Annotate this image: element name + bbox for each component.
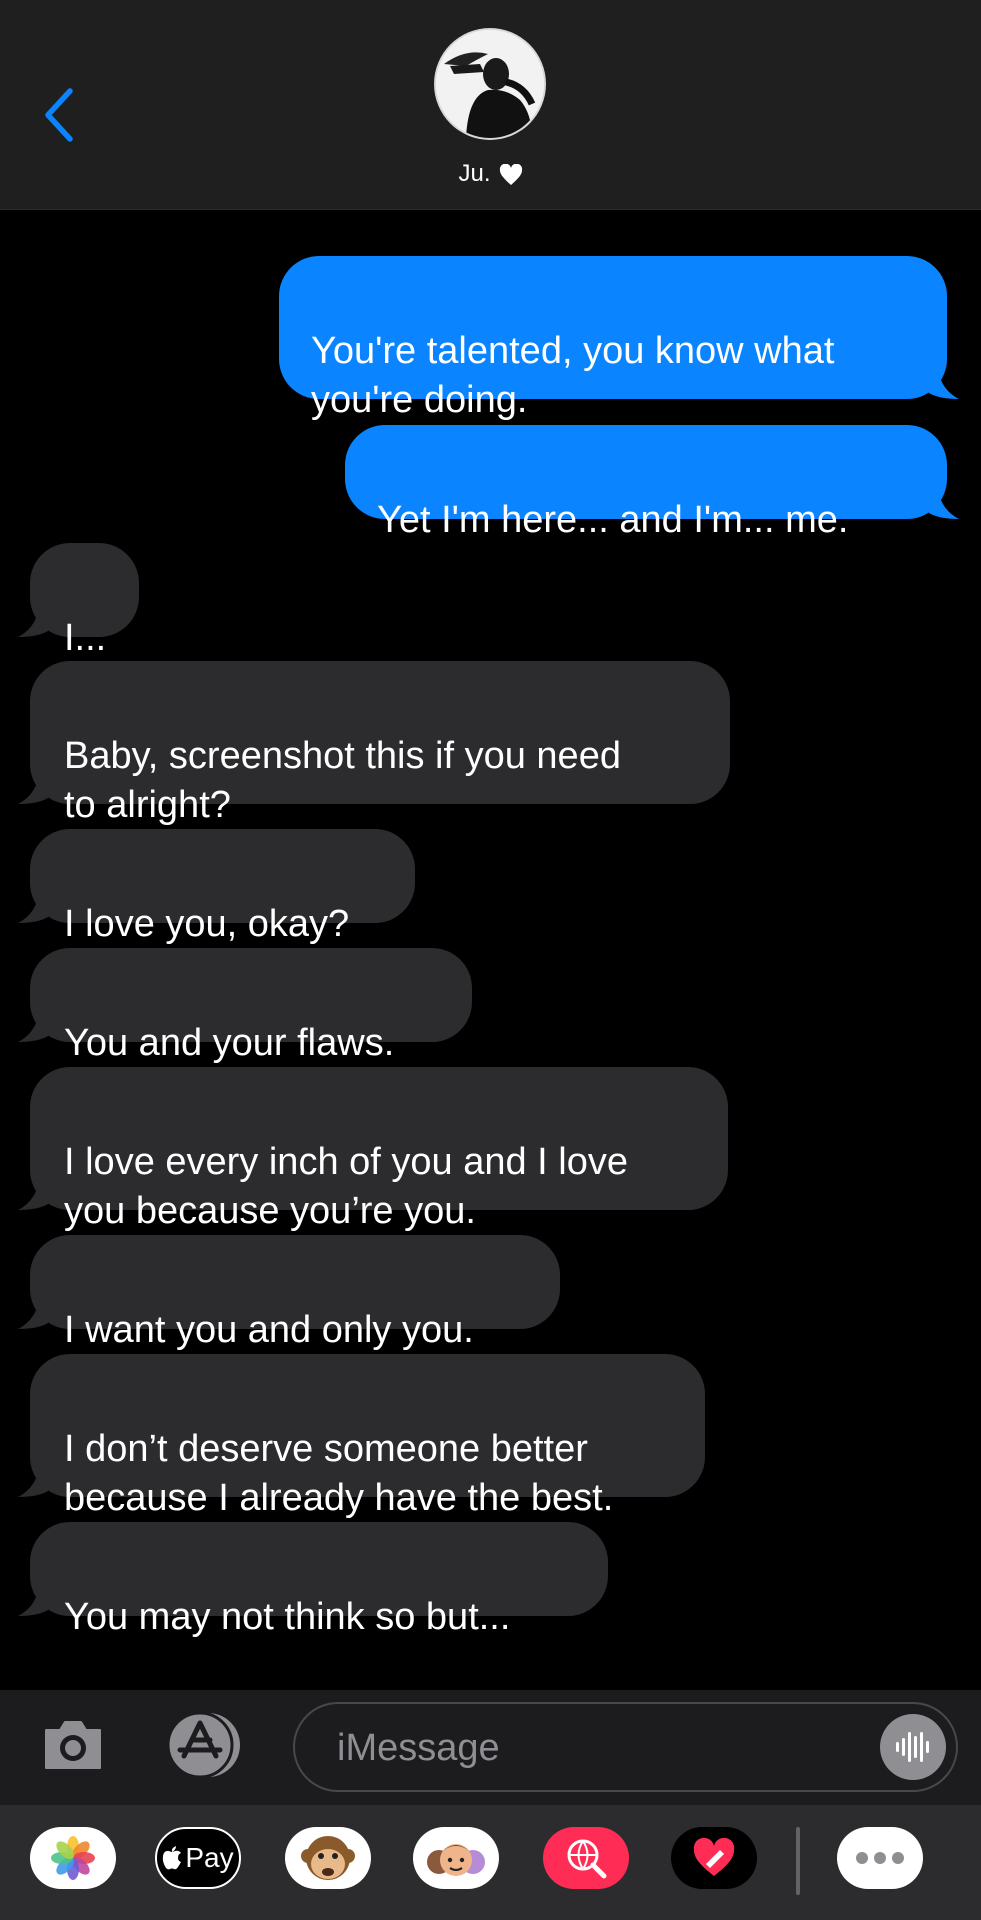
message-bubble-received[interactable]: You may not think so but... <box>18 1522 608 1638</box>
bubble-tail <box>18 1461 48 1497</box>
camera-icon <box>45 1721 101 1769</box>
message-input[interactable] <box>335 1722 859 1774</box>
message-text: I love you, okay? <box>64 903 350 945</box>
message-bubble-received[interactable]: I... <box>18 543 139 659</box>
message-text: I love every inch of you and I love you … <box>64 1141 628 1232</box>
message-text: You may not think so but... <box>64 1596 511 1638</box>
more-apps-button[interactable] <box>837 1827 923 1889</box>
message-text: I... <box>64 617 107 659</box>
message-text: I want you and only you. <box>64 1309 474 1351</box>
message-bubble-received[interactable]: Baby, screenshot this if you need to alr… <box>18 661 730 826</box>
app-store-icon <box>166 1711 240 1779</box>
monkey-animoji-icon <box>301 1836 355 1880</box>
avatar[interactable] <box>436 30 544 138</box>
waveform-icon <box>896 1732 929 1762</box>
bubble-tail <box>18 601 48 637</box>
drawer-divider <box>796 1827 800 1895</box>
apple-pay-label: Pay <box>185 1842 234 1873</box>
contact-name-row[interactable]: Ju. <box>0 160 981 188</box>
app-store-button[interactable] <box>164 1710 250 1780</box>
message-bubble-sent[interactable]: You're talented, you know what you're do… <box>279 256 959 421</box>
conversation-header: Ju. <box>0 0 981 210</box>
contact-name: Ju. <box>458 160 491 187</box>
audio-message-button[interactable] <box>880 1714 946 1780</box>
photos-icon <box>51 1836 95 1880</box>
heart-icon <box>499 163 522 185</box>
memoji-icon <box>427 1844 485 1876</box>
apple-pay-button[interactable]: Pay <box>155 1827 241 1889</box>
bubble-tail <box>18 768 48 804</box>
message-input-field[interactable] <box>293 1702 958 1792</box>
message-bubble-sent[interactable]: Yet I'm here... and I'm... me. <box>345 425 959 541</box>
bubble-tail <box>18 1580 48 1616</box>
message-text: Yet I'm here... and I'm... me. <box>377 499 849 541</box>
digital-touch-app-button[interactable] <box>671 1827 757 1889</box>
message-text: You're talented, you know what you're do… <box>311 330 835 421</box>
message-text: You and your flaws. <box>64 1022 395 1064</box>
memoji-app-button[interactable] <box>413 1827 499 1889</box>
message-bubble-received[interactable]: You and your flaws. <box>18 948 472 1064</box>
message-text: Baby, screenshot this if you need to alr… <box>64 735 621 826</box>
message-text: I don’t deserve someone better because I… <box>64 1428 614 1519</box>
chevron-left-icon <box>45 88 73 142</box>
bubble-tail <box>929 363 959 399</box>
bubble-tail <box>18 1006 48 1042</box>
image-search-app-button[interactable] <box>543 1827 629 1889</box>
ellipsis-icon <box>856 1852 904 1864</box>
bubble-tail <box>18 1174 48 1210</box>
bubble-tail <box>929 483 959 519</box>
compose-bar <box>0 1690 981 1805</box>
message-bubble-received[interactable]: I don’t deserve someone better because I… <box>18 1354 705 1519</box>
photos-app-button[interactable] <box>30 1827 116 1889</box>
message-bubble-received[interactable]: I want you and only you. <box>18 1235 560 1351</box>
globe-search-icon <box>567 1839 607 1879</box>
bubble-tail <box>18 887 48 923</box>
heart-touch-icon <box>693 1838 735 1876</box>
app-drawer: Pay <box>0 1805 981 1920</box>
camera-button[interactable] <box>40 1712 106 1778</box>
back-button[interactable] <box>34 80 84 150</box>
message-bubble-received[interactable]: I love every inch of you and I love you … <box>18 1067 728 1232</box>
message-bubble-received[interactable]: I love you, okay? <box>18 829 415 945</box>
bubble-tail <box>18 1293 48 1329</box>
message-list[interactable]: You're talented, you know what you're do… <box>0 209 981 1689</box>
animoji-app-button[interactable] <box>285 1827 371 1889</box>
profile-photo <box>436 30 544 138</box>
apple-logo-icon <box>163 1846 182 1870</box>
